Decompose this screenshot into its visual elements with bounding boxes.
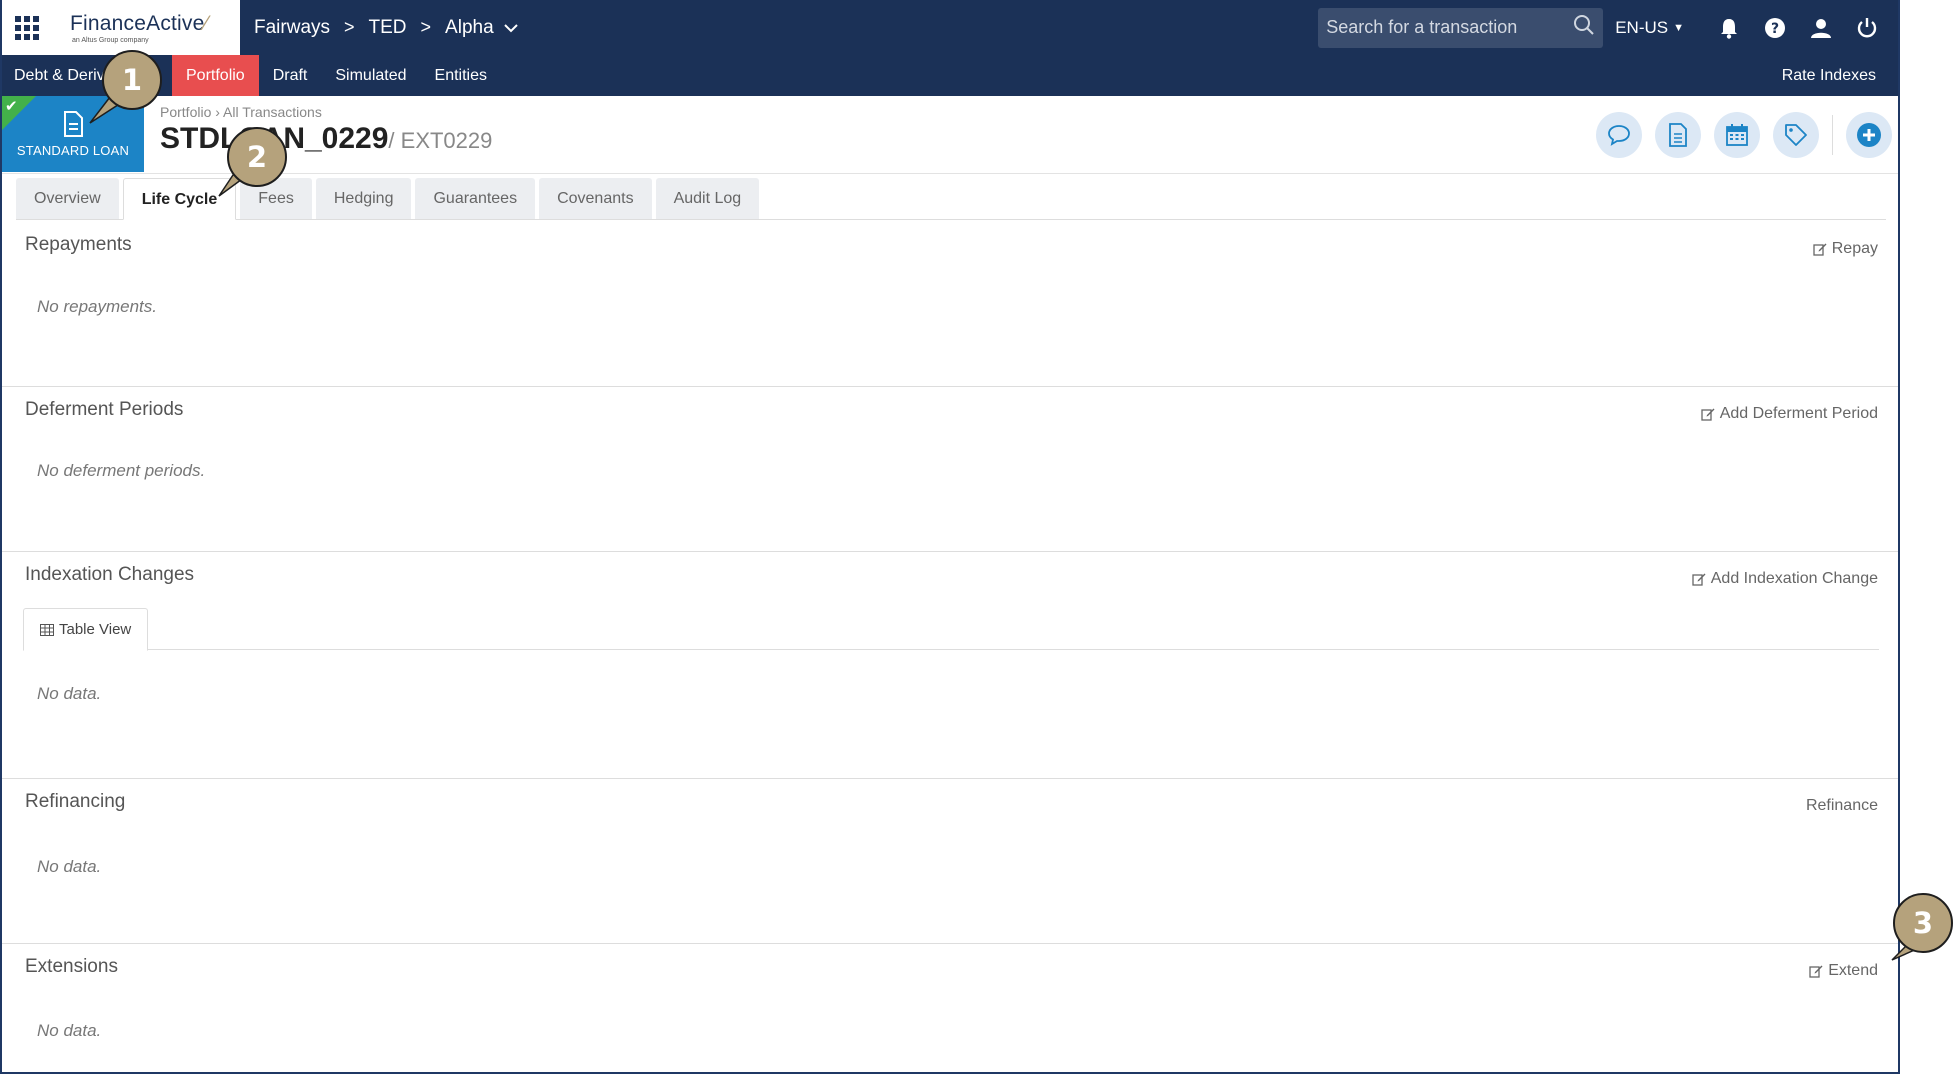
tab-overview[interactable]: Overview xyxy=(16,178,119,219)
breadcrumb[interactable]: Portfolio › All Transactions xyxy=(160,104,322,120)
calendar-button[interactable] xyxy=(1714,112,1760,158)
tab-covenants[interactable]: Covenants xyxy=(539,178,652,219)
table-view-label: Table View xyxy=(59,620,132,638)
chevron-right-icon: > xyxy=(420,17,432,37)
refinance-button[interactable]: Refinance xyxy=(1806,797,1878,815)
transaction-type-label: STANDARD LOAN xyxy=(16,142,130,158)
transaction-header: ✔ STANDARD LOAN Portfolio › All Transact… xyxy=(2,96,1898,174)
edit-icon xyxy=(1701,408,1715,421)
search-input[interactable] xyxy=(1326,17,1557,38)
grid-icon xyxy=(15,15,39,40)
extend-label: Extend xyxy=(1828,962,1878,979)
add-deferment-period-button[interactable]: Add Deferment Period xyxy=(1701,405,1878,423)
add-indexation-change-label: Add Indexation Change xyxy=(1710,570,1878,587)
external-id: / EXT0229 xyxy=(388,128,493,153)
search-icon[interactable] xyxy=(1573,14,1595,41)
comments-button[interactable] xyxy=(1596,112,1642,158)
extend-button[interactable]: Extend xyxy=(1809,962,1878,980)
tab-table-view[interactable]: Table View xyxy=(23,608,149,651)
file-icon xyxy=(1669,123,1687,147)
user-icon[interactable] xyxy=(1810,17,1832,39)
section-title: Extensions xyxy=(25,956,118,977)
power-icon[interactable] xyxy=(1856,17,1878,39)
caret-down-icon: ▼ xyxy=(1673,21,1684,34)
nav-entities[interactable]: Entities xyxy=(421,55,501,96)
tags-button[interactable] xyxy=(1773,112,1819,158)
chevron-down-icon[interactable] xyxy=(503,20,518,36)
view-tabs: Table View xyxy=(23,608,1879,651)
check-icon: ✔ xyxy=(5,98,18,115)
callout-3: 3 xyxy=(1893,893,1953,953)
language-selector[interactable]: EN-US ▼ xyxy=(1615,18,1684,38)
refinancing-section: Refinancing Refinance No data. xyxy=(2,779,1898,944)
tab-guarantees[interactable]: Guarantees xyxy=(415,178,536,219)
add-indexation-change-button[interactable]: Add Indexation Change xyxy=(1692,570,1878,588)
top-bar: FinanceActive⁄ an Altus Group company Fa… xyxy=(2,0,1898,55)
empty-message: No data. xyxy=(37,1021,102,1040)
empty-message: No repayments. xyxy=(37,297,157,316)
nav-rate-indexes[interactable]: Rate Indexes xyxy=(1782,55,1876,96)
refinance-label: Refinance xyxy=(1805,797,1878,814)
repayments-section: Repayments Repay No repayments. xyxy=(2,222,1898,387)
nav-portfolio[interactable]: Portfolio xyxy=(172,55,259,96)
edit-icon xyxy=(1692,573,1706,586)
empty-message: No deferment periods. xyxy=(37,461,206,480)
nav-draft[interactable]: Draft xyxy=(259,55,322,96)
section-title: Indexation Changes xyxy=(25,564,195,585)
logo-subtitle: an Altus Group company xyxy=(72,36,149,44)
section-title: Deferment Periods xyxy=(25,399,184,420)
speech-bubble-icon xyxy=(1608,125,1630,146)
chevron-right-icon: > xyxy=(344,17,355,37)
add-button[interactable] xyxy=(1846,112,1892,158)
deferment-periods-section: Deferment Periods Add Deferment Period N… xyxy=(2,387,1898,552)
documents-button[interactable] xyxy=(1655,112,1701,158)
section-title: Repayments xyxy=(25,234,132,255)
calendar-icon xyxy=(1726,124,1748,146)
nav-simulated[interactable]: Simulated xyxy=(321,55,420,96)
plus-circle-icon xyxy=(1857,123,1881,147)
context-breadcrumb: Fairways > TED > Alpha xyxy=(254,17,518,39)
crumb-ted[interactable]: TED xyxy=(369,17,407,39)
sub-navigation: Debt & Deriv Portfolio Draft Simulated E… xyxy=(2,55,1898,96)
tab-audit-log[interactable]: Audit Log xyxy=(655,178,760,219)
divider xyxy=(1832,115,1833,155)
section-title: Refinancing xyxy=(25,791,126,812)
transaction-tabs: Overview Life Cycle Fees Hedging Guarant… xyxy=(16,178,1886,220)
repay-button[interactable]: Repay xyxy=(1813,240,1878,258)
top-right-controls: EN-US ▼ ? xyxy=(1318,0,1890,55)
life-cycle-content: Repayments Repay No repayments. Defermen… xyxy=(2,222,1898,1072)
repay-label: Repay xyxy=(1831,240,1878,257)
table-icon xyxy=(40,623,54,636)
search-box xyxy=(1318,7,1604,48)
extensions-section: Extensions Extend No data. xyxy=(2,944,1898,1072)
bell-icon[interactable] xyxy=(1718,17,1740,39)
tag-icon xyxy=(1785,124,1807,146)
add-deferment-period-label: Add Deferment Period xyxy=(1719,405,1878,422)
crumb-alpha[interactable]: Alpha xyxy=(445,17,494,39)
callout-2: 2 xyxy=(227,127,287,187)
empty-message: No data. xyxy=(37,857,102,876)
logo-brand: FinanceActive⁄ xyxy=(70,11,209,35)
tab-hedging[interactable]: Hedging xyxy=(315,178,412,219)
app-launcher-button[interactable] xyxy=(2,0,52,55)
header-actions xyxy=(1583,112,1892,158)
help-icon[interactable]: ? xyxy=(1764,17,1786,39)
empty-message: No data. xyxy=(37,684,102,703)
crumb-fairways[interactable]: Fairways xyxy=(254,17,330,39)
indexation-changes-section: Indexation Changes Add Indexation Change… xyxy=(2,552,1898,779)
language-label: EN-US xyxy=(1615,17,1669,37)
page-title: STDLOAN_0229/ EXT0229 xyxy=(160,122,492,156)
logo[interactable]: FinanceActive⁄ an Altus Group company xyxy=(52,0,240,55)
edit-icon xyxy=(1809,965,1823,978)
edit-icon xyxy=(1813,243,1827,256)
svg-text:?: ? xyxy=(1771,21,1779,37)
callout-1: 1 xyxy=(102,50,162,110)
